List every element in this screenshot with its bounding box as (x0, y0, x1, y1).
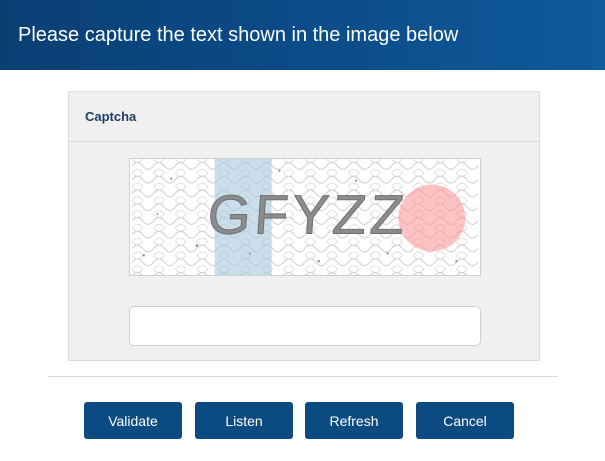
validate-button[interactable]: Validate (84, 402, 182, 439)
captcha-image-graphic: GFYZZ (131, 159, 479, 275)
refresh-button[interactable]: Refresh (305, 402, 403, 439)
captcha-panel-title: Captcha (85, 109, 137, 124)
listen-button[interactable]: Listen (195, 402, 293, 439)
captcha-text: GFYZZ (206, 184, 410, 246)
cancel-button[interactable]: Cancel (416, 402, 514, 439)
captcha-input[interactable] (129, 306, 481, 346)
captcha-panel-header: Captcha (69, 92, 539, 142)
page-header: Please capture the text shown in the ima… (0, 0, 605, 70)
page-title: Please capture the text shown in the ima… (18, 23, 459, 46)
captcha-panel: Captcha GFYZZ (68, 91, 540, 361)
captcha-image: GFYZZ (129, 158, 481, 276)
divider (48, 376, 558, 377)
